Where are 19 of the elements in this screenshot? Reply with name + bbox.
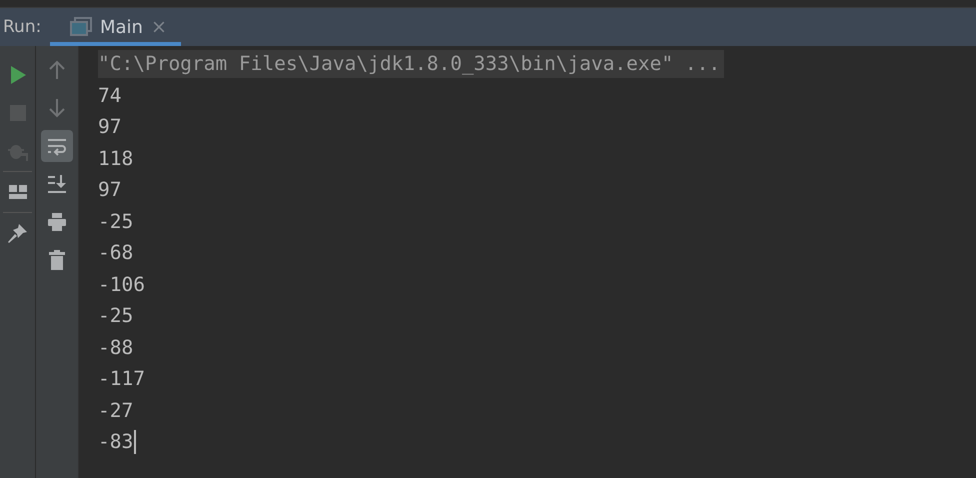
trash-icon xyxy=(46,249,68,271)
print-icon xyxy=(46,211,68,233)
console-line: 74 xyxy=(98,82,122,108)
window-icon xyxy=(70,17,92,37)
console-line: -25 xyxy=(98,208,134,234)
run-label: Run: xyxy=(2,17,42,37)
console-line: -25 xyxy=(98,303,134,329)
console-line: -117 xyxy=(98,366,145,392)
console-line: -83 xyxy=(98,429,134,455)
toolbar-button[interactable] xyxy=(41,130,73,162)
console-line: -68 xyxy=(98,240,134,266)
console-line: -88 xyxy=(98,334,134,360)
scroll-to-end-icon xyxy=(46,173,68,195)
console-line: 118 xyxy=(98,146,134,172)
console-line: -27 xyxy=(98,398,134,424)
console-line: -106 xyxy=(98,272,145,298)
console-line: 97 xyxy=(98,177,122,203)
console-line: 97 xyxy=(98,114,122,140)
pin-icon[interactable] xyxy=(6,222,28,244)
